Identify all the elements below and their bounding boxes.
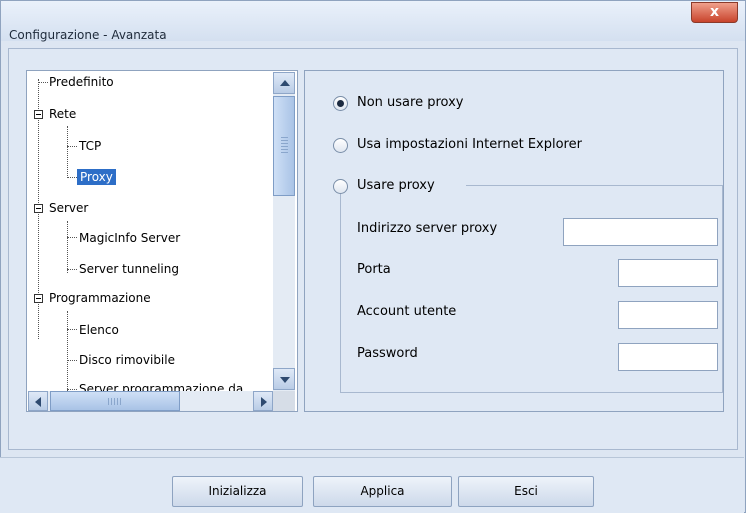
title-bar: Configurazione - Avanzata x xyxy=(1,1,745,42)
radio-use-proxy[interactable] xyxy=(333,179,348,194)
scroll-left-button[interactable] xyxy=(28,391,48,411)
port-input[interactable] xyxy=(618,259,718,287)
collapse-icon[interactable] xyxy=(34,294,43,303)
scroll-thumb-horizontal[interactable] xyxy=(50,391,180,411)
radio-ie-settings-label[interactable]: Usa impostazioni Internet Explorer xyxy=(357,137,582,152)
user-account-label: Account utente xyxy=(357,304,457,319)
radio-no-proxy[interactable] xyxy=(333,96,348,111)
tree-item-predefinito[interactable]: Predefinito xyxy=(49,75,114,89)
arrow-left-icon xyxy=(35,397,41,407)
radio-ie-settings[interactable] xyxy=(333,138,348,153)
scroll-up-button[interactable] xyxy=(273,72,295,94)
scroll-thumb[interactable] xyxy=(273,96,295,196)
exit-button[interactable]: Esci xyxy=(458,476,594,507)
tree-item-magicinfo-server[interactable]: MagicInfo Server xyxy=(79,231,180,245)
collapse-icon[interactable] xyxy=(34,204,43,213)
arrow-right-icon xyxy=(261,397,267,407)
tree-item-disco-rimovibile[interactable]: Disco rimovibile xyxy=(79,353,175,367)
tree-item-tcp[interactable]: TCP xyxy=(79,139,101,153)
close-icon: x xyxy=(709,4,720,20)
tree-vertical-scrollbar[interactable] xyxy=(273,72,295,392)
tree-horizontal-scrollbar[interactable] xyxy=(28,391,273,411)
tree-item-server[interactable]: Server xyxy=(49,201,88,215)
close-button[interactable]: x xyxy=(691,2,738,23)
arrow-down-icon xyxy=(280,377,290,383)
reset-button[interactable]: Inizializza xyxy=(172,476,303,507)
arrow-up-icon xyxy=(280,80,290,86)
user-account-input[interactable] xyxy=(618,301,718,329)
radio-use-proxy-label[interactable]: Usare proxy xyxy=(357,178,435,193)
settings-tree: Predefinito Rete TCP Proxy Server MagicI… xyxy=(26,70,298,412)
tree-item-rete[interactable]: Rete xyxy=(49,107,76,121)
port-label: Porta xyxy=(357,262,391,277)
tree-item-programmazione[interactable]: Programmazione xyxy=(49,291,151,305)
proxy-address-input[interactable] xyxy=(563,218,718,246)
apply-button[interactable]: Applica xyxy=(313,476,452,507)
password-input[interactable] xyxy=(618,343,718,371)
collapse-icon[interactable] xyxy=(34,110,43,119)
window-title: Configurazione - Avanzata xyxy=(9,28,167,42)
password-label: Password xyxy=(357,346,418,361)
scrollbar-corner xyxy=(273,391,295,411)
radio-no-proxy-label[interactable]: Non usare proxy xyxy=(357,95,463,110)
scroll-down-button[interactable] xyxy=(273,368,295,390)
proxy-address-label: Indirizzo server proxy xyxy=(357,221,498,236)
scroll-right-button[interactable] xyxy=(253,391,273,411)
tree-item-elenco[interactable]: Elenco xyxy=(79,323,119,337)
tree-item-proxy[interactable]: Proxy xyxy=(77,169,116,185)
tree-item-server-tunneling[interactable]: Server tunneling xyxy=(79,262,179,276)
